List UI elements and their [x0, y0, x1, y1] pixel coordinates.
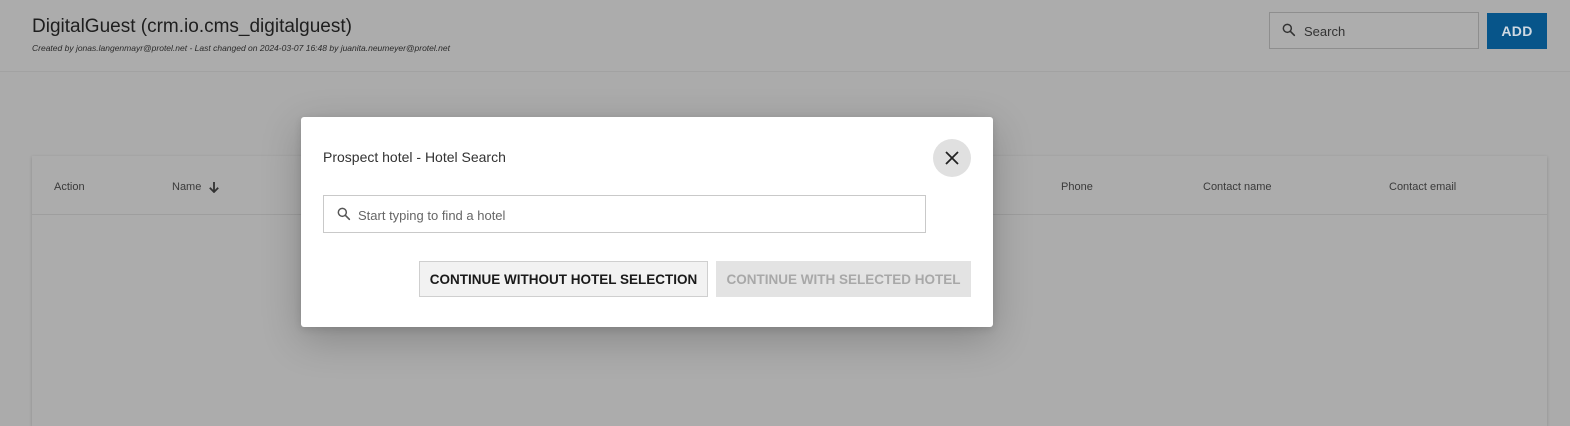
page-header: DigitalGuest (crm.io.cms_digitalguest) C…	[0, 0, 1570, 72]
continue-with-selected-hotel-button[interactable]: CONTINUE WITH SELECTED HOTEL	[716, 261, 971, 297]
page-meta-info: Created by jonas.langenmayr@protel.net -…	[32, 43, 450, 53]
arrow-down-icon[interactable]	[208, 181, 220, 193]
column-contact-name[interactable]: Contact name	[1203, 181, 1271, 193]
dialog-title: Prospect hotel - Hotel Search	[323, 149, 506, 165]
hotel-search-input[interactable]	[356, 196, 920, 234]
close-button[interactable]	[933, 139, 971, 177]
add-button[interactable]: ADD	[1487, 13, 1547, 49]
hotel-search-field[interactable]	[323, 195, 926, 234]
header-search[interactable]	[1269, 12, 1479, 50]
column-phone[interactable]: Phone	[1061, 181, 1093, 193]
page-title: DigitalGuest (crm.io.cms_digitalguest)	[32, 16, 352, 37]
search-icon	[1282, 23, 1296, 37]
column-action: Action	[54, 181, 85, 193]
search-input[interactable]	[1302, 13, 1476, 50]
hotel-search-dialog: Prospect hotel - Hotel Search CONTINUE W…	[301, 117, 993, 327]
continue-without-hotel-button[interactable]: CONTINUE WITHOUT HOTEL SELECTION	[419, 261, 708, 297]
column-contact-email[interactable]: Contact email	[1389, 181, 1456, 193]
column-name[interactable]: Name	[172, 181, 201, 193]
close-icon	[945, 151, 959, 165]
search-icon	[337, 207, 351, 221]
